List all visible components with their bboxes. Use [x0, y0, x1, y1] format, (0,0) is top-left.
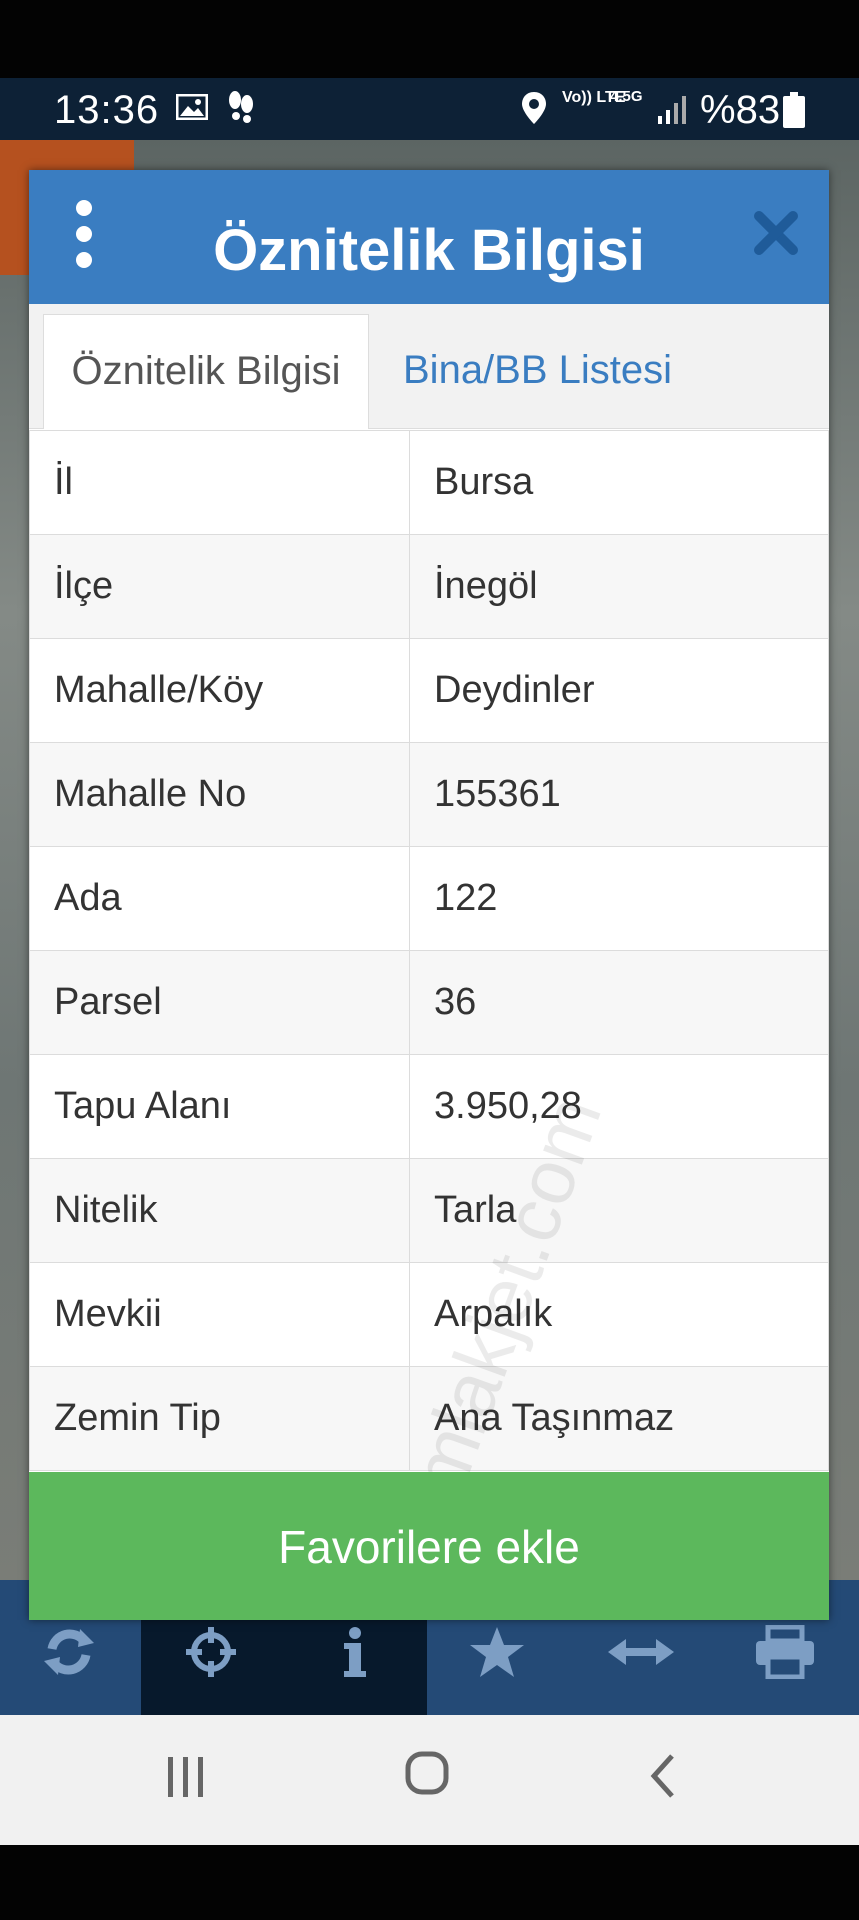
row-value: Bursa [409, 430, 829, 535]
table-row: Nitelik Tarla [29, 1158, 829, 1263]
system-nav-bar [0, 1715, 859, 1845]
table-row: Ada 122 [29, 846, 829, 951]
star-icon[interactable] [462, 1625, 532, 1679]
location-icon [522, 92, 546, 124]
table-row: Parsel 36 [29, 950, 829, 1055]
row-value: Deydinler [409, 638, 829, 743]
recent-apps-icon[interactable] [166, 1755, 206, 1799]
table-row: Mahalle/Köy Deydinler [29, 638, 829, 743]
table-row: İlçe İnegöl [29, 534, 829, 639]
status-time: 13:36 [54, 88, 160, 132]
row-key: Tapu Alanı [29, 1054, 410, 1159]
row-key: Ada [29, 846, 410, 951]
image-notification-icon [176, 94, 208, 120]
attribute-dialog: Öznitelik Bilgisi Öznitelik Bilgisi Bina… [29, 170, 829, 1620]
back-icon[interactable] [648, 1753, 678, 1799]
row-value: İnegöl [409, 534, 829, 639]
row-key: Parsel [29, 950, 410, 1055]
row-key: Zemin Tip [29, 1366, 410, 1471]
table-row: Tapu Alanı 3.950,28 [29, 1054, 829, 1159]
row-value: Arpalık [409, 1262, 829, 1367]
row-value: 3.950,28 [409, 1054, 829, 1159]
attribute-table-scroll[interactable]: İl Bursa İlçe İnegöl Mahalle/Köy Deydinler … [29, 430, 829, 1472]
print-icon[interactable] [750, 1625, 820, 1679]
attribute-table: İl Bursa İlçe İnegöl Mahalle/Köy Deydinler … [29, 430, 829, 1471]
battery-icon [783, 92, 805, 128]
row-key: İlçe [29, 534, 410, 639]
row-key: Nitelik [29, 1158, 410, 1263]
battery-percent: %83 [700, 88, 781, 132]
row-key: İl [29, 430, 410, 535]
tab-bar: Öznitelik Bilgisi Bina/BB Listesi [29, 304, 829, 429]
table-row: Mahalle No 155361 [29, 742, 829, 847]
network-generation: 4.5G [610, 88, 643, 105]
row-key: Mevkii [29, 1262, 410, 1367]
row-value: 155361 [409, 742, 829, 847]
home-icon[interactable] [405, 1751, 449, 1795]
row-value: Ana Taşınmaz [409, 1366, 829, 1471]
close-icon[interactable] [751, 208, 801, 258]
top-black-bezel [0, 0, 859, 78]
row-key: Mahalle No [29, 742, 410, 847]
signal-icon [658, 96, 686, 124]
row-value: Tarla [409, 1158, 829, 1263]
status-bar: 13:36 Vo)) LTE 4.5G %83 [0, 78, 859, 140]
steps-icon [229, 91, 253, 123]
tab-building-list[interactable]: Bina/BB Listesi [403, 314, 672, 429]
table-row: Zemin Tip Ana Taşınmaz [29, 1366, 829, 1471]
info-icon[interactable] [320, 1625, 390, 1679]
add-to-favorites-button[interactable]: Favorilere ekle [29, 1472, 829, 1620]
row-value: 36 [409, 950, 829, 1055]
row-value: 122 [409, 846, 829, 951]
table-row: İl Bursa [29, 430, 829, 535]
tab-attribute-info[interactable]: Öznitelik Bilgisi [43, 314, 369, 429]
crosshair-icon[interactable] [176, 1625, 246, 1679]
bottom-black-bezel [0, 1845, 859, 1920]
refresh-icon[interactable] [34, 1625, 104, 1679]
dialog-title: Öznitelik Bilgisi [213, 218, 645, 283]
arrows-horizontal-icon[interactable] [606, 1625, 676, 1679]
table-row: Mevkii Arpalık [29, 1262, 829, 1367]
row-key: Mahalle/Köy [29, 638, 410, 743]
dialog-header: Öznitelik Bilgisi [29, 170, 829, 304]
